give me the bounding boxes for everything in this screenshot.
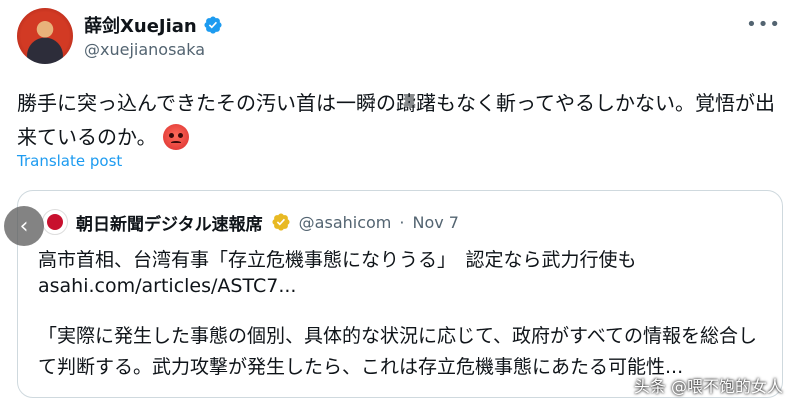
author-handle[interactable]: @xuejianosaka	[84, 40, 205, 59]
quoted-avatar[interactable]	[42, 209, 68, 235]
quoted-tweet-card[interactable]: 朝日新聞デジタル速報席 @asahicom · Nov 7 高市首相、台湾有事「…	[17, 190, 783, 398]
angry-face-icon	[162, 124, 189, 150]
gold-verified-badge-icon	[272, 213, 290, 231]
tweet-body: 勝手に突っ込んできたその汚い首は一瞬の躊躇もなく斬ってやるしかない。覚悟が出来て…	[17, 91, 775, 149]
watermark: 头条 @喂不饱的女人	[633, 377, 783, 396]
quoted-separator: ·	[399, 212, 405, 232]
author-name[interactable]: 薛剑XueJian	[84, 12, 197, 38]
author-avatar[interactable]	[17, 8, 73, 64]
quoted-tweet-header: 朝日新聞デジタル速報席 @asahicom · Nov 7	[42, 209, 459, 235]
verified-badge-icon	[204, 16, 222, 34]
quoted-handle[interactable]: @asahicom	[299, 213, 392, 232]
author-name-row: 薛剑XueJian	[84, 12, 223, 38]
quoted-author-name[interactable]: 朝日新聞デジタル速報席	[76, 210, 263, 235]
quoted-date[interactable]: Nov 7	[412, 213, 459, 232]
more-horizontal-icon[interactable]: •••	[746, 14, 781, 35]
translate-post-link[interactable]: Translate post	[17, 152, 122, 170]
chevron-left-icon[interactable]: ‹	[4, 206, 44, 246]
tweet-text: 勝手に突っ込んできたその汚い首は一瞬の躊躇もなく斬ってやるしかない。覚悟が出来て…	[17, 86, 779, 154]
quoted-headline: 高市首相、台湾有事「存立危機事態になりうる」 認定なら武力行使も	[38, 249, 637, 271]
quoted-link[interactable]: asahi.com/articles/ASTC7...	[38, 275, 296, 297]
